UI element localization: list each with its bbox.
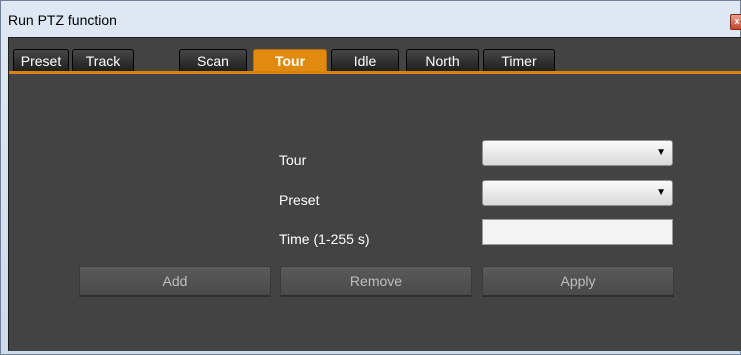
tab-north[interactable]: North [406, 49, 479, 71]
window-title: Run PTZ function [8, 12, 117, 28]
active-tab-underline [9, 71, 741, 74]
dropdown-arrow-icon: ▼ [656, 147, 666, 158]
ptz-function-panel: Preset Track Scan Tour Idle North Timer … [8, 37, 741, 351]
tab-bar: Preset Track Scan Tour Idle North Timer [9, 38, 741, 74]
tour-label: Tour [279, 152, 307, 168]
dropdown-arrow-icon: ▼ [656, 187, 666, 198]
close-button[interactable]: x [730, 14, 741, 30]
tab-track[interactable]: Track [72, 49, 134, 71]
tab-tour[interactable]: Tour [253, 49, 327, 71]
preset-select[interactable]: ▼ [482, 180, 673, 206]
tab-preset[interactable]: Preset [13, 49, 69, 71]
close-icon: x [734, 16, 740, 26]
tour-select[interactable]: ▼ [482, 140, 673, 166]
tab-idle[interactable]: Idle [331, 49, 399, 71]
time-label: Time (1-255 s) [279, 231, 370, 247]
title-bar[interactable]: Run PTZ function x [1, 1, 741, 37]
tab-scan[interactable]: Scan [179, 49, 247, 71]
time-input[interactable] [482, 219, 673, 245]
tab-timer[interactable]: Timer [483, 49, 555, 71]
preset-label: Preset [279, 192, 320, 208]
apply-button[interactable]: Apply [482, 266, 674, 297]
ptz-dialog-window: Run PTZ function x Preset Track Scan Tou… [0, 0, 741, 355]
remove-button[interactable]: Remove [280, 266, 472, 297]
add-button[interactable]: Add [79, 266, 271, 297]
